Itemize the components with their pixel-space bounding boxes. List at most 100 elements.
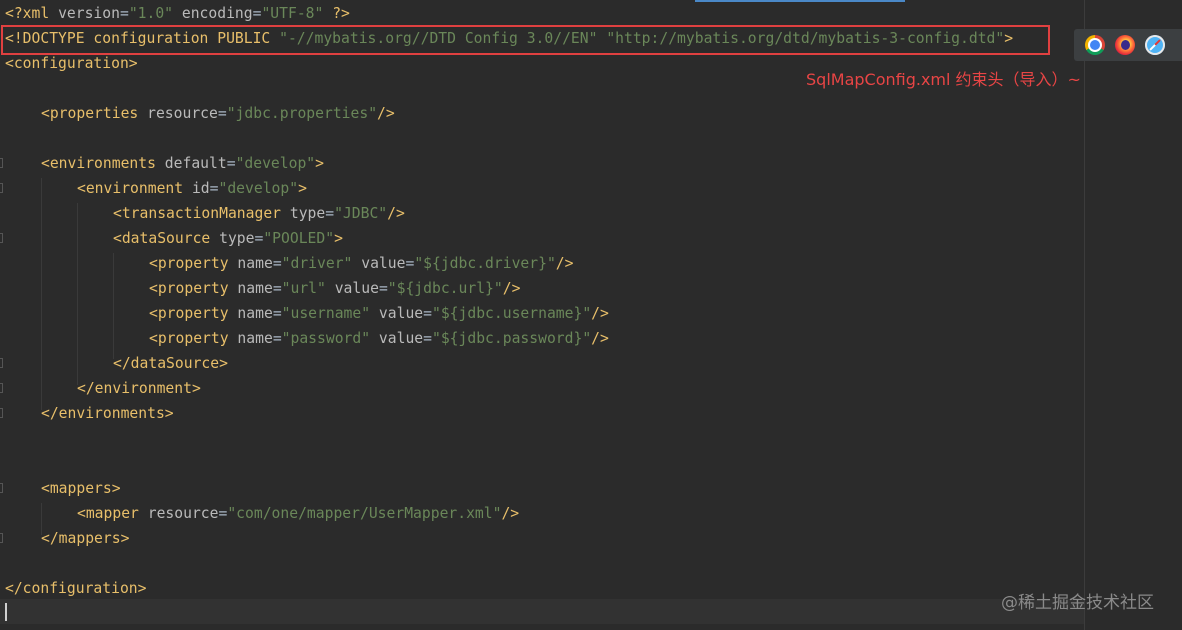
code-line-data-source-close: </dataSource> [113, 353, 228, 375]
property-tag: <property [149, 305, 229, 322]
fold-marker[interactable] [0, 358, 3, 368]
environment-id-attr: id [183, 180, 210, 197]
xml-decl-close: ?> [323, 5, 350, 22]
environment-close-tag: </environment> [77, 380, 201, 397]
environment-open-close: > [298, 180, 307, 197]
code-line-transaction-manager: <transactionManager type="JDBC"/> [113, 203, 405, 225]
transaction-manager-close: /> [387, 205, 405, 222]
fold-marker[interactable] [0, 233, 3, 243]
text-caret [5, 603, 7, 621]
code-line-property: <property name="username" value="${jdbc.… [149, 303, 609, 325]
equals-sign: = [378, 280, 388, 297]
property-close: /> [591, 330, 609, 347]
transaction-manager-tag: <transactionManager [113, 205, 282, 222]
fold-marker[interactable] [0, 533, 3, 543]
equals-sign: = [405, 255, 415, 272]
environment-id-value: "develop" [218, 180, 299, 197]
fold-marker[interactable] [0, 158, 3, 168]
data-source-type-attr: type [210, 230, 255, 247]
property-value-value: "${jdbc.password}" [432, 330, 592, 347]
property-name-attr: name [228, 330, 273, 347]
equals-sign: = [423, 330, 432, 347]
equals-sign: = [272, 305, 282, 322]
mapper-tag: <mapper [77, 505, 139, 522]
equals-sign: = [119, 5, 129, 22]
environments-open-close: > [315, 155, 324, 172]
code-line-environments-close: </environments> [41, 403, 174, 425]
equals-sign: = [272, 330, 282, 347]
doctype-highlight-box [1, 25, 1050, 55]
property-value-attr: value [370, 305, 424, 322]
chrome-icon[interactable] [1085, 35, 1105, 55]
fold-marker[interactable] [0, 483, 3, 493]
code-line-configuration-close: </configuration> [5, 578, 146, 600]
properties-close: /> [377, 105, 395, 122]
property-value-value: "${jdbc.username}" [432, 305, 592, 322]
fold-marker[interactable] [0, 383, 3, 393]
mappers-close-tag: </mappers> [41, 530, 130, 547]
equals-sign: = [325, 205, 335, 222]
properties-tag: <properties [41, 105, 139, 122]
equals-sign: = [272, 255, 282, 272]
property-name-value: "username" [281, 305, 371, 322]
environments-default-attr: default [155, 155, 227, 172]
configuration-close-tag: </configuration> [5, 580, 147, 597]
code-editor[interactable]: <?xml version="1.0" encoding="UTF-8" ?> … [0, 0, 1086, 630]
code-line-configuration-open: <configuration> [5, 53, 138, 75]
code-line-mapper: <mapper resource="com/one/mapper/UserMap… [77, 503, 519, 525]
property-name-attr: name [228, 280, 273, 297]
indent-guide [113, 253, 114, 359]
equals-sign: = [226, 155, 236, 172]
indent-guide [77, 203, 78, 385]
code-line-properties: <properties resource="jdbc.properties"/> [41, 103, 395, 125]
equals-sign: = [272, 280, 282, 297]
equals-sign: = [423, 305, 432, 322]
code-line-xml-declaration: <?xml version="1.0" encoding="UTF-8" ?> [5, 3, 350, 25]
xml-decl-version-attr: version [58, 5, 120, 22]
code-line-environments-open: <environments default="develop"> [41, 153, 324, 175]
property-value-value: "${jdbc.url}" [387, 280, 503, 297]
xml-decl-encoding-attr: encoding [173, 5, 253, 22]
transaction-manager-type-value: "JDBC" [334, 205, 388, 222]
indent-guide [41, 178, 42, 410]
tab-accent-bar [695, 0, 905, 2]
property-name-attr: name [228, 255, 273, 272]
property-value-attr: value [325, 280, 379, 297]
equals-sign: = [209, 180, 219, 197]
mapper-resource-value: "com/one/mapper/UserMapper.xml" [227, 505, 502, 522]
right-margin-line [1084, 0, 1085, 630]
watermark: @稀土掘金技术社区 [1001, 593, 1154, 613]
fold-marker[interactable] [0, 183, 3, 193]
property-name-value: "url" [281, 280, 326, 297]
code-line-mappers-open: <mappers> [41, 478, 121, 500]
fold-marker[interactable] [0, 408, 3, 418]
property-close: /> [591, 305, 609, 322]
property-value-value: "${jdbc.driver}" [414, 255, 556, 272]
code-line-environment-close: </environment> [77, 378, 201, 400]
environments-default-value: "develop" [235, 155, 316, 172]
firefox-icon[interactable] [1115, 35, 1135, 55]
data-source-tag: <dataSource [113, 230, 211, 247]
data-source-open-close: > [334, 230, 343, 247]
mapper-close: /> [501, 505, 520, 522]
property-name-value: "password" [281, 330, 371, 347]
property-close: /> [502, 280, 521, 297]
equals-sign: = [217, 105, 227, 122]
property-value-attr: value [352, 255, 406, 272]
property-tag: <property [149, 280, 229, 297]
property-name-value: "driver" [281, 255, 353, 272]
data-source-type-value: "POOLED" [263, 230, 335, 247]
xml-decl-version-value: "1.0" [128, 5, 174, 22]
code-line-property: <property name="url" value="${jdbc.url}"… [149, 278, 520, 300]
environments-tag: <environments [41, 155, 156, 172]
safari-icon[interactable] [1145, 35, 1165, 55]
mapper-resource-attr: resource [138, 505, 219, 522]
property-name-attr: name [228, 305, 273, 322]
environments-close-tag: </environments> [41, 405, 174, 422]
code-line-property: <property name="driver" value="${jdbc.dr… [149, 253, 573, 275]
transaction-manager-type-attr: type [281, 205, 326, 222]
property-tag: <property [149, 330, 229, 347]
properties-resource-attr: resource [138, 105, 218, 122]
property-value-attr: value [370, 330, 424, 347]
property-tag: <property [149, 255, 229, 272]
